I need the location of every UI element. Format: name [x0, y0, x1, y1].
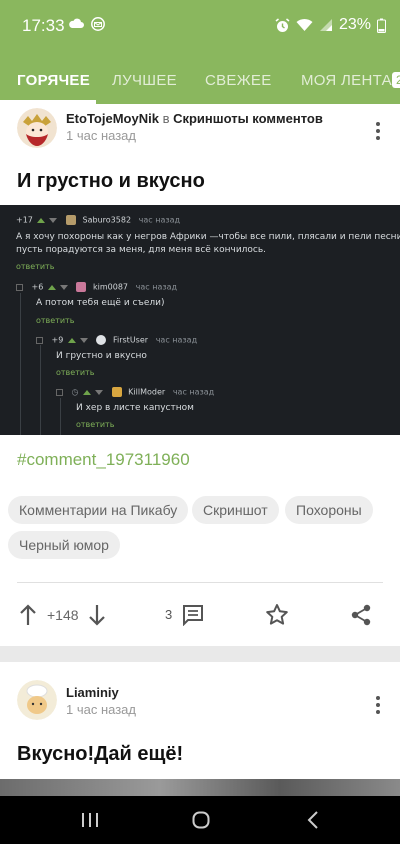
comment-header: +17 Saburo3582 час назад	[16, 215, 181, 225]
thread-line	[60, 398, 61, 435]
kebab-menu-icon[interactable]	[376, 122, 380, 140]
signal-icon	[319, 19, 332, 31]
tag-chip[interactable]: Комментарии на Пикабу	[8, 496, 189, 524]
comment-text: И хер в листе капустном	[76, 403, 194, 413]
post-author-line: EtoTojeMoyNik в Скриншоты комментов	[66, 111, 323, 126]
post-card: EtoTojeMoyNik в Скриншоты комментов 1 ча…	[0, 104, 400, 646]
downvote-icon	[49, 217, 58, 223]
tab-badge: 2	[392, 72, 400, 88]
tab-best[interactable]: ЛУЧШЕЕ	[112, 72, 177, 89]
upvote-icon	[37, 217, 46, 223]
reply-link: ответить	[76, 420, 115, 429]
reply-link: ответить	[16, 262, 55, 271]
battery-icon	[377, 18, 386, 33]
comment-text: пусть порадуются за меня, для меня всё к…	[16, 245, 267, 255]
share-icon[interactable]	[350, 604, 372, 626]
upvote-icon	[83, 389, 92, 395]
author-name[interactable]: Liaminiy	[66, 685, 119, 700]
upvote-icon	[67, 337, 76, 343]
post-hashtag[interactable]: #comment_197311960	[17, 450, 190, 470]
post-time: 1 час назад	[66, 128, 136, 143]
wifi-icon	[296, 18, 313, 31]
post-title[interactable]: И грустно и вкусно	[17, 170, 205, 193]
reply-link: ответить	[36, 316, 75, 325]
tag-chip[interactable]: Похороны	[285, 496, 373, 524]
mail-icon	[91, 17, 105, 31]
comment-header: ◷ KillModer час назад	[56, 387, 214, 397]
comment-header: +9 FirstUser час назад	[36, 335, 197, 345]
avatar[interactable]	[17, 108, 57, 148]
thread-line	[40, 345, 41, 435]
post-card: Liaminiy 1 час назад Вкусно!Дай ещё!	[0, 662, 400, 794]
avatar	[76, 282, 87, 292]
author-name[interactable]: EtoTojeMoyNik	[66, 111, 159, 126]
status-time: 17:33	[22, 16, 65, 35]
avatar	[111, 387, 122, 397]
avatar[interactable]	[17, 680, 57, 720]
comment-icon[interactable]	[182, 604, 204, 626]
thread-line	[20, 293, 21, 435]
battery-percent: 23%	[338, 16, 371, 33]
post-time: 1 час назад	[66, 702, 136, 717]
in-word: в	[162, 111, 170, 126]
star-icon[interactable]	[265, 603, 289, 626]
home-icon[interactable]	[192, 811, 210, 829]
feed-tabs: ГОРЯЧЕЕ ЛУЧШЕЕ СВЕЖЕЕ МОЯ ЛЕНТА 2	[0, 52, 400, 104]
post-title[interactable]: Вкусно!Дай ещё!	[17, 743, 183, 766]
comment-text: И грустно и вкусно	[56, 351, 147, 361]
tab-my-feed[interactable]: МОЯ ЛЕНТА	[301, 72, 392, 89]
cloud-icon	[69, 18, 84, 28]
avatar	[96, 335, 107, 345]
comment-header: +6 kim0087 час назад	[16, 282, 177, 292]
tag-chip[interactable]: Скриншот	[192, 496, 279, 524]
upvote-icon	[47, 284, 56, 290]
arrow-up-icon[interactable]	[19, 604, 37, 626]
comment-text: А потом тебя ещё и съели)	[36, 298, 165, 308]
kebab-menu-icon[interactable]	[376, 696, 380, 714]
comment-text: А я хочу похороны как у негров Африки —ч…	[16, 232, 400, 242]
tag-chip[interactable]: Черный юмор	[8, 531, 120, 559]
post-rating: +148	[47, 607, 79, 623]
status-bar: 17:33 23%	[0, 0, 400, 52]
back-icon[interactable]	[307, 811, 319, 829]
post-image[interactable]	[0, 779, 400, 797]
comment-screenshot[interactable]: +17 Saburo3582 час назад А я хочу похоро…	[0, 205, 400, 435]
system-nav-bar	[0, 796, 400, 844]
arrow-down-icon[interactable]	[88, 604, 106, 626]
downvote-icon	[95, 389, 104, 395]
divider	[17, 582, 383, 583]
avatar	[65, 215, 76, 225]
tab-fresh[interactable]: СВЕЖЕЕ	[205, 72, 272, 89]
community-link[interactable]: Скриншоты комментов	[173, 111, 323, 126]
comments-count: 3	[165, 607, 173, 622]
tab-hot[interactable]: ГОРЯЧЕЕ	[17, 72, 90, 89]
downvote-icon	[79, 337, 88, 343]
reply-link: ответить	[56, 368, 95, 377]
downvote-icon	[59, 284, 68, 290]
recents-icon[interactable]	[81, 812, 99, 828]
alarm-icon	[275, 17, 290, 32]
